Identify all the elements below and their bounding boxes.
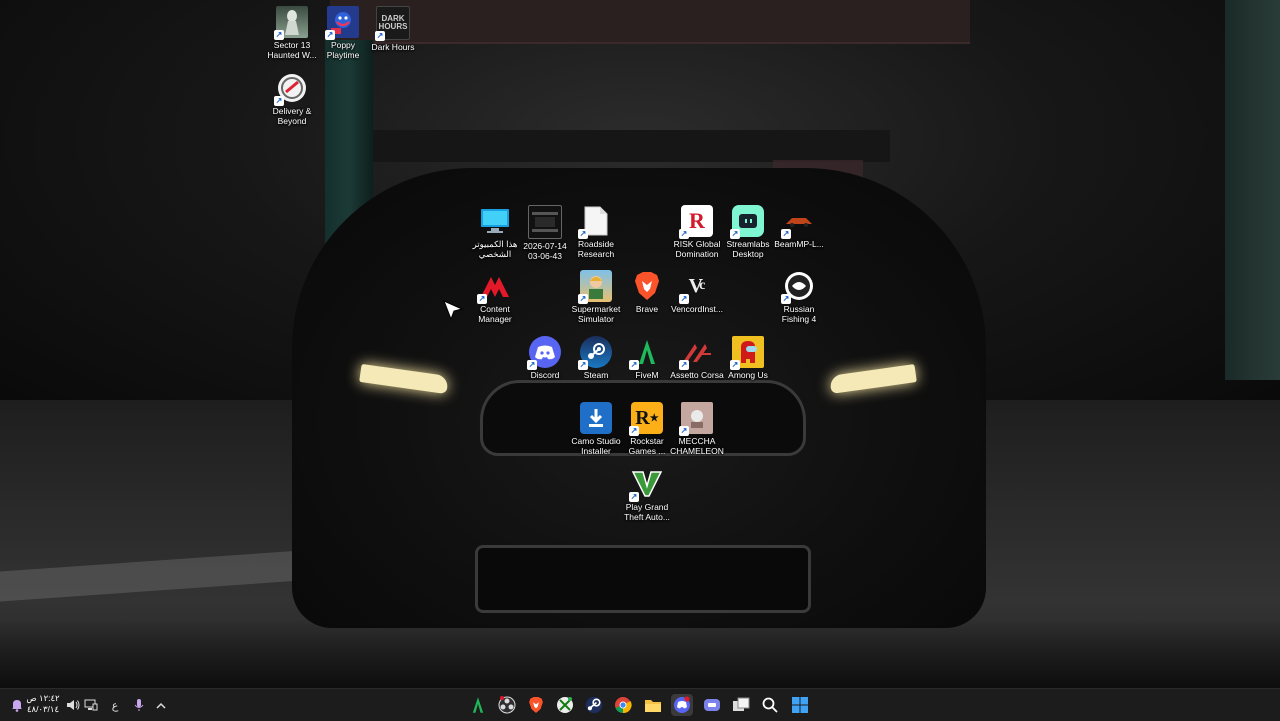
network-icon[interactable] <box>82 696 100 714</box>
wallpaper-car-bumper <box>475 545 811 613</box>
microphone-icon[interactable] <box>130 696 148 714</box>
russian-fishing-icon: ↗ <box>781 270 815 304</box>
rockstar-launcher-icon: R ★ ↗ <box>629 402 663 436</box>
desktop-icon-russian-fishing-4[interactable]: ↗ Russian Fishing 4 <box>770 270 828 324</box>
wallpaper-pillar <box>1225 0 1280 380</box>
taskbar-xbox[interactable] <box>554 694 576 716</box>
file-explorer-icon <box>645 699 661 712</box>
among-us-icon: ↗ <box>730 336 764 370</box>
desktop-icon-content-manager[interactable]: ↗ Content Manager <box>466 270 524 324</box>
video-file-icon <box>528 205 562 239</box>
desktop-icon-among-us[interactable]: ↗ Among Us <box>719 336 777 380</box>
taskbar-teams[interactable] <box>701 694 723 716</box>
icon-label: Delivery & Beyond <box>272 106 312 126</box>
steam-icon: ↗ <box>578 336 612 370</box>
meccha-chameleon-icon: ↗ <box>679 402 713 436</box>
wallpaper-beam <box>330 130 890 162</box>
risk-icon: R ↗ <box>679 205 713 239</box>
desktop-icon-dark-hours[interactable]: DARK HOURS ↗ Dark Hours <box>364 6 422 52</box>
task-view-icon <box>733 697 750 711</box>
desktop-icon-delivery-beyond[interactable]: ↗ Delivery & Beyond <box>263 72 321 126</box>
icon-label: Roadside Research <box>577 239 615 259</box>
taskbar-file-explorer[interactable] <box>642 694 664 716</box>
taskbar-obs[interactable] <box>496 694 518 716</box>
teams-icon <box>704 699 720 711</box>
taskbar-clock[interactable]: ١٢:٤٢ ص ٤٨/٠٣/١٤ <box>26 693 60 715</box>
streamlabs-icon: ↗ <box>730 205 764 239</box>
notifications-bell-icon[interactable] <box>8 696 26 714</box>
taskbar-search[interactable] <box>759 694 781 716</box>
clock-date: ٤٨/٠٣/١٤ <box>26 704 60 714</box>
taskbar-discord[interactable] <box>671 694 693 716</box>
gta-v-icon: ↗ <box>629 468 663 502</box>
beammp-icon: ↗ <box>781 205 815 239</box>
camo-installer-icon <box>580 402 612 434</box>
icon-label: VencordInst... <box>671 304 723 314</box>
icon-label: Among Us <box>728 370 768 380</box>
desktop-icon-meccha-chameleon[interactable]: ↗ MECCHA CHAMELEON <box>668 402 726 456</box>
vencord-icon: Vc ↗ <box>679 274 706 304</box>
steam-icon <box>585 696 603 714</box>
poppy-playtime-icon: ↗ <box>325 6 359 40</box>
discord-icon: ↗ <box>527 336 561 370</box>
icon-label: Content Manager <box>478 304 512 324</box>
desktop-icon-streamlabs[interactable]: ↗ Streamlabs Desktop <box>719 205 777 259</box>
xbox-icon <box>557 697 573 713</box>
delivery-beyond-icon: ↗ <box>274 72 308 106</box>
blank-file-icon: ↗ <box>578 205 612 239</box>
desktop-icon-vencord-installer[interactable]: Vc ↗ VencordInst... <box>668 270 726 315</box>
taskbar-fivem[interactable] <box>467 694 489 716</box>
assetto-corsa-icon: ↗ <box>679 336 713 370</box>
supermarket-simulator-icon: ↗ <box>578 270 612 304</box>
brave-icon <box>631 270 663 302</box>
search-icon <box>762 697 778 713</box>
mouse-cursor-icon <box>443 300 464 321</box>
icon-label: Russian Fishing 4 <box>781 304 817 324</box>
taskbar-brave[interactable] <box>525 694 547 716</box>
content-manager-icon: ↗ <box>477 270 511 304</box>
show-hidden-icons-chevron-up-icon[interactable] <box>152 696 170 714</box>
volume-icon[interactable] <box>64 696 82 714</box>
desktop-icon-gta-v[interactable]: ↗ Play Grand Theft Auto... <box>618 468 676 522</box>
input-language-indicator[interactable]: ع <box>106 696 124 714</box>
icon-label: MECCHA CHAMELEON <box>670 436 724 456</box>
taskbar-steam[interactable] <box>583 694 605 716</box>
dark-hours-icon: DARK HOURS ↗ <box>375 6 410 41</box>
taskbar: ١٢:٤٢ ص ٤٨/٠٣/١٤ ع <box>0 688 1280 721</box>
wallpaper-shadow <box>0 620 1280 688</box>
brave-icon <box>529 697 543 713</box>
windows-start-icon <box>792 697 808 713</box>
desktop-icon-beammp[interactable]: ↗ BeamMP-L... <box>770 205 828 249</box>
this-pc-icon <box>479 205 511 237</box>
clock-time: ١٢:٤٢ ص <box>26 693 60 703</box>
sector13-icon: ↗ <box>274 6 308 40</box>
obs-icon <box>498 696 516 714</box>
icon-label: Play Grand Theft Auto... <box>624 502 670 522</box>
icon-label: BeamMP-L... <box>774 239 824 249</box>
taskbar-start[interactable] <box>789 694 811 716</box>
chrome-icon <box>615 697 632 714</box>
fivem-icon: ↗ <box>629 336 663 370</box>
fivem-icon <box>472 697 484 713</box>
taskbar-task-view[interactable] <box>730 694 752 716</box>
taskbar-chrome[interactable] <box>612 694 634 716</box>
desktop-icon-supermarket-simulator[interactable]: ↗ Supermarket Simulator <box>567 270 625 324</box>
discord-icon <box>674 696 690 713</box>
icon-label: Dark Hours <box>371 42 415 52</box>
desktop-icon-roadside-research[interactable]: ↗ Roadside Research <box>567 205 625 259</box>
wallpaper-beam <box>330 0 970 44</box>
